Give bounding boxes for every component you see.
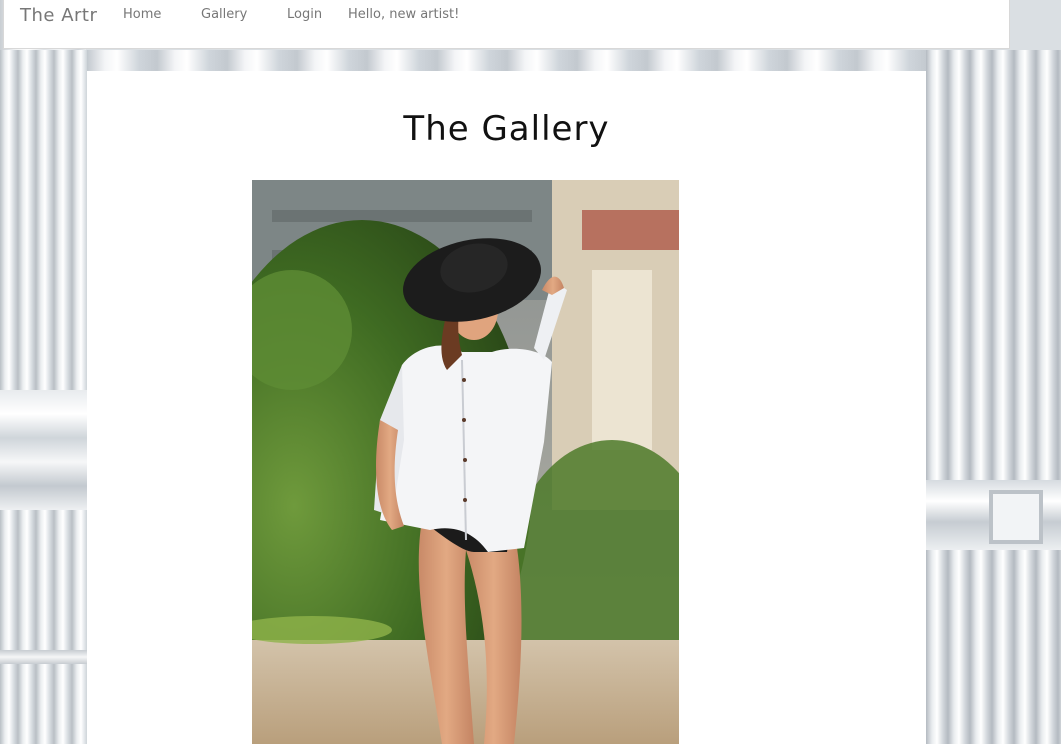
gallery-panel: The Gallery <box>87 71 926 744</box>
nav-gallery-link[interactable]: Gallery <box>201 7 247 22</box>
nav-login-link[interactable]: Login <box>287 7 322 22</box>
page-title: The Gallery <box>403 109 610 149</box>
brand-link[interactable]: The Artr <box>20 5 97 26</box>
navbar: The Artr Home Gallery Login Hello, new a… <box>3 0 1010 49</box>
column-tops <box>87 50 926 71</box>
gallery-photo[interactable] <box>252 180 679 744</box>
right-column <box>926 50 1061 744</box>
photo-illustration <box>252 180 679 744</box>
user-greeting: Hello, new artist! <box>348 7 460 22</box>
left-column <box>0 50 87 744</box>
nav-home-link[interactable]: Home <box>123 7 161 22</box>
